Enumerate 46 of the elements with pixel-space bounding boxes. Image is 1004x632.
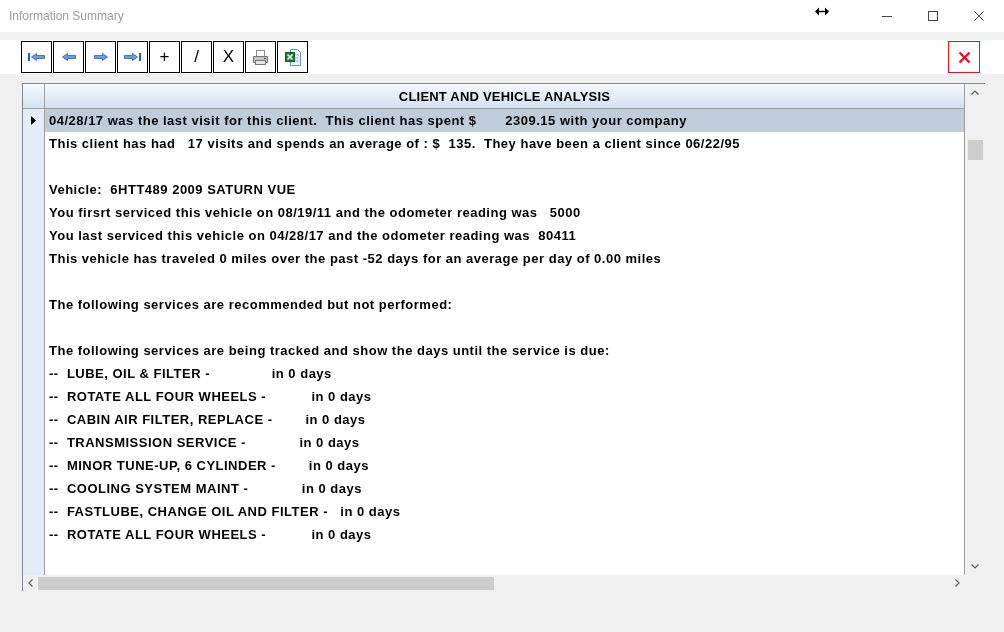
report-line: -- ROTATE ALL FOUR WHEELS - in 0 days — [49, 527, 372, 542]
chevron-down-icon — [971, 564, 979, 569]
report-line: -- MINOR TUNE-UP, 6 CYLINDER - in 0 days — [49, 458, 369, 473]
printer-icon — [252, 49, 269, 65]
spreadsheet-icon — [284, 48, 301, 66]
report-line: -- COOLING SYSTEM MAINT - in 0 days — [49, 481, 362, 496]
scrollbar-thumb[interactable] — [38, 576, 494, 590]
print-button[interactable] — [245, 41, 276, 73]
maximize-icon — [928, 11, 938, 21]
minimize-icon — [882, 15, 892, 17]
highlighted-row[interactable]: 04/28/17 was the last visit for this client. This client has spent $ 2309.15 with your company — [45, 109, 964, 132]
chevron-up-icon — [971, 90, 979, 95]
report-line: -- FASTLUBE, CHANGE OIL AND FILTER - in 0 days — [49, 504, 401, 519]
report-line: -- CABIN AIR FILTER, REPLACE - in 0 days — [49, 412, 366, 427]
double-arrow-cursor-icon — [815, 7, 829, 16]
report-line: 04/28/17 was the last visit for this client. This client has spent $ 2309.15 with your company — [49, 113, 687, 128]
close-icon — [974, 11, 984, 21]
previous-button[interactable] — [53, 41, 84, 73]
right-arrow-icon — [93, 53, 108, 61]
report-line: You last serviced this vehicle on 04/28/17 and the odometer reading was 80411 — [49, 228, 577, 243]
chevron-left-icon — [28, 579, 33, 587]
first-button[interactable] — [21, 41, 52, 73]
report-line: The following services are recommended but not performed: — [49, 297, 453, 312]
left-arrow-icon — [61, 53, 76, 61]
delete-button[interactable]: X — [213, 41, 244, 73]
window-title: Information Summary — [9, 9, 124, 23]
left-arrow-bar-icon — [28, 53, 45, 61]
close-button[interactable] — [948, 41, 980, 73]
report-line: You firsrt serviced this vehicle on 08/19/11 and the odometer reading was 5000 — [49, 205, 581, 220]
right-arrow-bar-icon — [124, 53, 141, 61]
report-line: This vehicle has traveled 0 miles over the past -52 days for an average per day of 0.00 miles — [49, 251, 662, 266]
report-line: Vehicle: 6HTT489 2009 SATURN VUE — [49, 182, 296, 197]
edit-button[interactable]: / — [181, 41, 212, 73]
next-button[interactable] — [85, 41, 116, 73]
report-line: The following services are being tracked and show the days until the service is due: — [49, 343, 610, 358]
report-line: This client has had 17 visits and spends an average of : $ 135. They have been a client since 06/22/95 — [49, 136, 740, 151]
scrollbar-thumb[interactable] — [967, 140, 983, 160]
chevron-right-icon — [955, 579, 960, 587]
spreadsheet-button[interactable] — [277, 41, 308, 73]
last-button[interactable] — [117, 41, 148, 73]
report-line: -- TRANSMISSION SERVICE - in 0 days — [49, 435, 360, 450]
column-header: CLIENT AND VEHICLE ANALYSIS — [45, 84, 964, 109]
close-icon — [957, 50, 971, 64]
report-line: -- LUBE, OIL & FILTER - in 0 days — [49, 366, 332, 381]
report-line: -- ROTATE ALL FOUR WHEELS - in 0 days — [49, 389, 372, 404]
add-button[interactable]: + — [149, 41, 180, 73]
